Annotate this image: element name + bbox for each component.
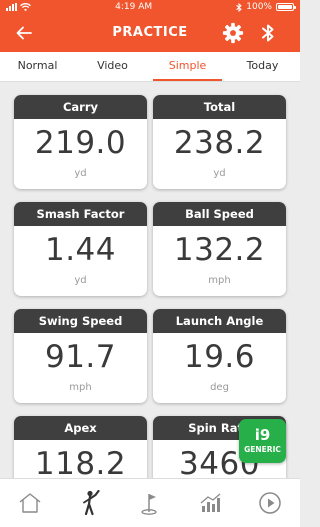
metric-label: Launch Angle [153, 309, 286, 333]
metric-value: 1.44 [44, 232, 117, 268]
play-icon [259, 492, 281, 514]
metric-unit: yd [74, 168, 87, 179]
metric-card-apex: Apex 118.2 [14, 416, 147, 478]
stats-icon [200, 493, 221, 512]
wifi-icon [20, 3, 31, 11]
metric-value: 19.6 [183, 339, 256, 375]
tab-bar: Normal Video Simple Today [0, 52, 300, 82]
metric-label: Ball Speed [153, 202, 286, 226]
status-left [6, 3, 31, 11]
golfer-icon [83, 490, 100, 516]
metric-card-launch-angle: Launch Angle 19.6 deg [153, 309, 286, 403]
metric-value: 132.2 [173, 232, 266, 268]
status-right: 100% [236, 2, 296, 12]
battery-icon [275, 3, 296, 11]
metric-value: 238.2 [173, 125, 266, 161]
status-time: 4:19 AM [115, 2, 153, 12]
metric-label: Swing Speed [14, 309, 147, 333]
page-title: PRACTICE [112, 25, 188, 40]
device-type: GENERIC [244, 445, 281, 454]
nav-course[interactable] [120, 479, 180, 527]
metric-label: Smash Factor [14, 202, 147, 226]
metric-unit: yd [213, 168, 226, 179]
tab-video[interactable]: Video [75, 52, 150, 81]
nav-home[interactable] [0, 479, 60, 527]
status-bar: 4:19 AM 100% [0, 0, 300, 14]
app-bar: PRACTICE [0, 14, 300, 52]
nav-practice[interactable] [60, 479, 120, 527]
tab-today[interactable]: Today [225, 52, 300, 81]
metric-unit: mph [208, 275, 231, 286]
device-model: i9 [254, 426, 271, 444]
metric-value: 219.0 [34, 125, 127, 161]
metric-value: 118.2 [34, 446, 127, 478]
metrics-scroll-area[interactable]: Carry 219.0 yd Total 238.2 yd Smash Fact… [0, 82, 300, 478]
tab-normal[interactable]: Normal [0, 52, 75, 81]
bluetooth-icon [262, 24, 274, 42]
nav-stats[interactable] [180, 479, 240, 527]
signal-icon [6, 3, 17, 11]
back-button[interactable] [14, 23, 34, 43]
metric-card-swing-speed: Swing Speed 91.7 mph [14, 309, 147, 403]
metric-card-carry: Carry 219.0 yd [14, 95, 147, 189]
battery-level [277, 5, 292, 9]
metric-value: 91.7 [44, 339, 117, 375]
tab-simple[interactable]: Simple [150, 52, 225, 81]
nav-video[interactable] [240, 479, 300, 527]
gear-icon [222, 22, 244, 44]
home-icon [19, 493, 41, 513]
metric-card-ball-speed: Ball Speed 132.2 mph [153, 202, 286, 296]
bluetooth-status-icon [236, 2, 243, 12]
device-badge[interactable]: i9 GENERIC [239, 419, 286, 463]
back-arrow-icon [16, 26, 32, 40]
metric-label: Carry [14, 95, 147, 119]
metric-unit: deg [210, 382, 229, 393]
battery-percent: 100% [246, 2, 272, 12]
metric-label: Apex [14, 416, 147, 440]
metric-card-total: Total 238.2 yd [153, 95, 286, 189]
metric-unit: mph [69, 382, 92, 393]
metric-card-smash-factor: Smash Factor 1.44 yd [14, 202, 147, 296]
settings-button[interactable] [222, 22, 244, 44]
metric-label: Total [153, 95, 286, 119]
bottom-nav [0, 478, 300, 527]
metric-unit: yd [74, 275, 87, 286]
bluetooth-button[interactable] [259, 23, 277, 43]
flag-icon [141, 494, 157, 515]
